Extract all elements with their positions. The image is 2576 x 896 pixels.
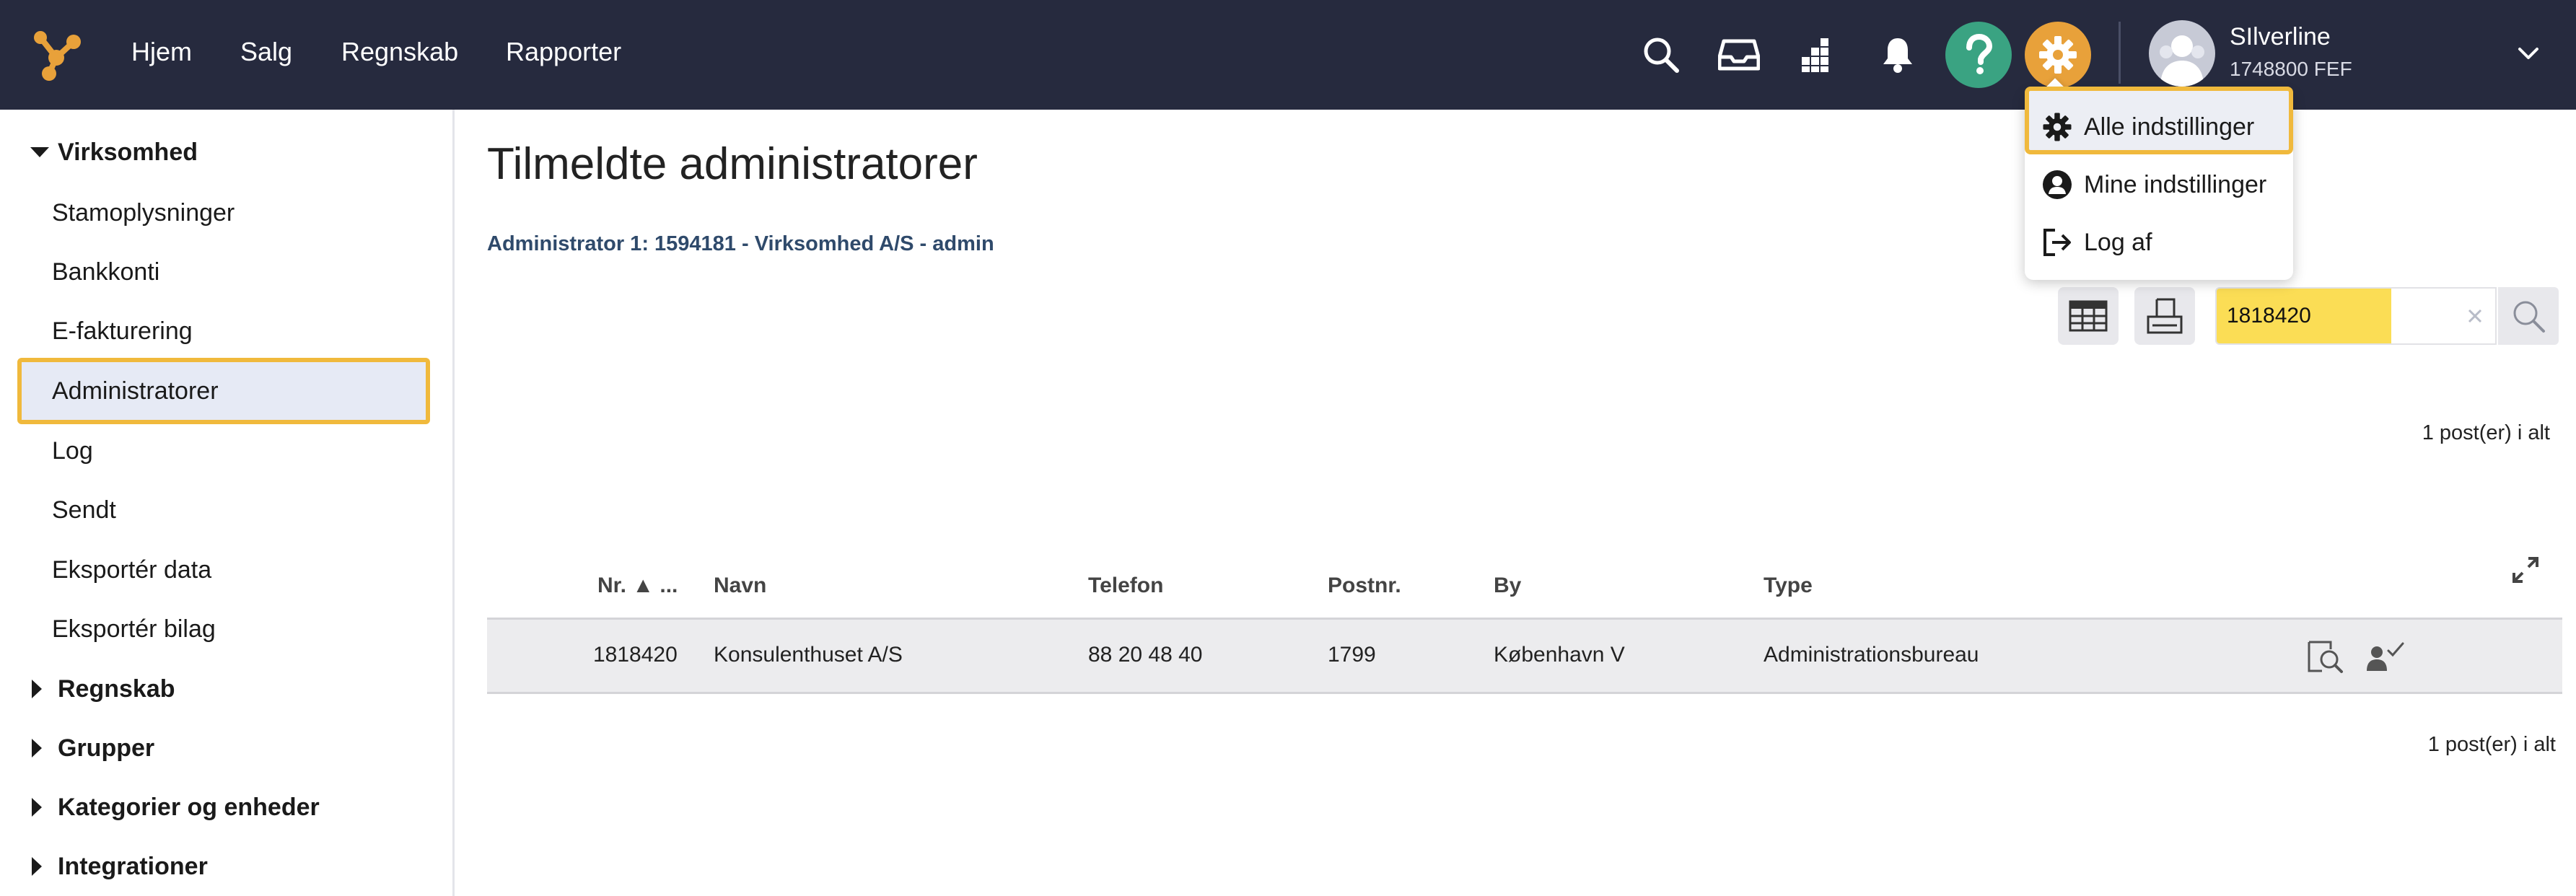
menu-item-log-af[interactable]: Log af	[2025, 216, 2293, 268]
bell-icon	[1883, 38, 1912, 73]
cell-type: Administrationsbureau	[1764, 643, 1979, 667]
inbox-button[interactable]	[1706, 22, 1772, 88]
view-details-button[interactable]	[2303, 635, 2347, 678]
logout-icon	[2041, 226, 2074, 259]
table-search-field[interactable]	[2215, 287, 2497, 345]
caret-down-icon	[29, 138, 58, 167]
caret-right-icon	[29, 852, 58, 881]
cell-postnr: 1799	[1328, 643, 1376, 667]
print-icon	[2147, 298, 2183, 334]
sidebar-item-sendt[interactable]: Sendt	[52, 492, 116, 528]
nav-item-rapporter[interactable]: Rapporter	[506, 35, 621, 69]
sidebar-item-eksporter-data[interactable]: Eksportér data	[52, 552, 211, 588]
page-title: Tilmeldte administratorer	[487, 139, 978, 189]
menu-item-label: Alle indstillinger	[2084, 113, 2255, 141]
nav-item-hjem[interactable]: Hjem	[131, 35, 192, 69]
record-count-top: 1 post(er) i alt	[2422, 421, 2550, 444]
caret-right-icon	[29, 675, 58, 703]
user-check-icon	[2367, 642, 2404, 671]
cell-by: København V	[1494, 643, 1625, 667]
settings-button[interactable]	[2025, 22, 2091, 88]
column-header-telefon[interactable]: Telefon	[1088, 571, 1163, 600]
column-header-nr[interactable]: Nr. ▲ ...	[597, 571, 678, 600]
app-logo-icon[interactable]	[27, 26, 85, 84]
topbar-divider	[2119, 22, 2121, 84]
table-search-button[interactable]	[2498, 287, 2559, 345]
chevron-down-icon[interactable]	[2515, 40, 2541, 66]
search-icon	[1644, 38, 1679, 73]
sidebar-item-bankkonti[interactable]: Bankkonti	[52, 254, 159, 290]
expand-icon[interactable]	[2510, 554, 2541, 586]
sidebar-item-eksporter-bilag[interactable]: Eksportér bilag	[52, 611, 216, 647]
sidebar-item-stamoplysninger[interactable]: Stamoplysninger	[52, 195, 235, 231]
sidebar-item-log[interactable]: Log	[52, 433, 93, 469]
sidebar-group-integrationer[interactable]: Integrationer	[29, 848, 208, 884]
table-grid-icon	[2069, 300, 2108, 332]
user-name[interactable]: SIlverline	[2230, 22, 2331, 52]
admin-info: Administrator 1: 1594181 - Virksomhed A/…	[487, 232, 994, 255]
sidebar-group-label: Regnskab	[58, 675, 175, 703]
question-mark-icon	[1966, 33, 1993, 74]
record-count-bottom: 1 post(er) i alt	[2427, 733, 2556, 756]
sidebar-item-administratorer[interactable]: Administratorer	[52, 373, 219, 409]
menu-item-alle-indstillinger[interactable]: Alle indstillinger	[2025, 101, 2293, 153]
sidebar-group-grupper[interactable]: Grupper	[29, 730, 154, 766]
caret-right-icon	[29, 793, 58, 822]
nav-item-salg[interactable]: Salg	[240, 35, 292, 69]
sidebar-group-label: Grupper	[58, 734, 155, 762]
column-header-type[interactable]: Type	[1764, 571, 1813, 600]
sidebar-group-label: Integrationer	[58, 852, 208, 880]
close-icon	[2468, 309, 2482, 323]
menu-item-label: Log af	[2084, 228, 2152, 256]
help-button[interactable]	[1945, 22, 2012, 88]
user-silhouette-icon	[2160, 35, 2204, 87]
menu-item-label: Mine indstillinger	[2084, 170, 2267, 198]
nav-item-regnskab[interactable]: Regnskab	[341, 35, 458, 69]
sidebar-group-label: Virksomhed	[58, 138, 198, 166]
sidebar-group-regnskab[interactable]: Regnskab	[29, 671, 175, 707]
user-company-id: 1748800 FEF	[2230, 58, 2352, 80]
print-button[interactable]	[2134, 287, 2195, 345]
sidebar-group-virksomhed[interactable]: Virksomhed	[29, 134, 198, 170]
table-view-button[interactable]	[2058, 287, 2119, 345]
gear-icon	[2041, 110, 2074, 144]
cell-telefon: 88 20 48 40	[1088, 643, 1203, 667]
sidebar-item-e-fakturering[interactable]: E-fakturering	[52, 313, 193, 349]
notifications-button[interactable]	[1865, 22, 1931, 88]
clear-search-button[interactable]	[2461, 302, 2489, 330]
search-button[interactable]	[1628, 22, 1694, 88]
table-search-input[interactable]	[2227, 289, 2443, 343]
apps-grid-icon	[1802, 38, 1828, 72]
avatar[interactable]	[2149, 20, 2215, 87]
column-header-by[interactable]: By	[1494, 571, 1521, 600]
column-header-postnr[interactable]: Postnr.	[1328, 571, 1401, 600]
sidebar-group-kategorier-og-enheder[interactable]: Kategorier og enheder	[29, 789, 320, 825]
column-header-navn[interactable]: Navn	[714, 571, 766, 600]
cell-navn: Konsulenthuset A/S	[714, 643, 903, 667]
document-search-icon	[2308, 641, 2343, 673]
caret-right-icon	[29, 734, 58, 763]
apps-button[interactable]	[1784, 22, 1850, 88]
sidebar-group-label: Kategorier og enheder	[58, 793, 320, 821]
inbox-icon	[1718, 39, 1760, 71]
gear-icon	[2039, 36, 2077, 74]
menu-item-mine-indstillinger[interactable]: Mine indstillinger	[2025, 159, 2293, 211]
select-administrator-button[interactable]	[2364, 635, 2407, 678]
user-circle-icon	[2041, 168, 2074, 201]
search-icon	[2513, 301, 2545, 333]
cell-nr: 1818420	[593, 643, 678, 667]
